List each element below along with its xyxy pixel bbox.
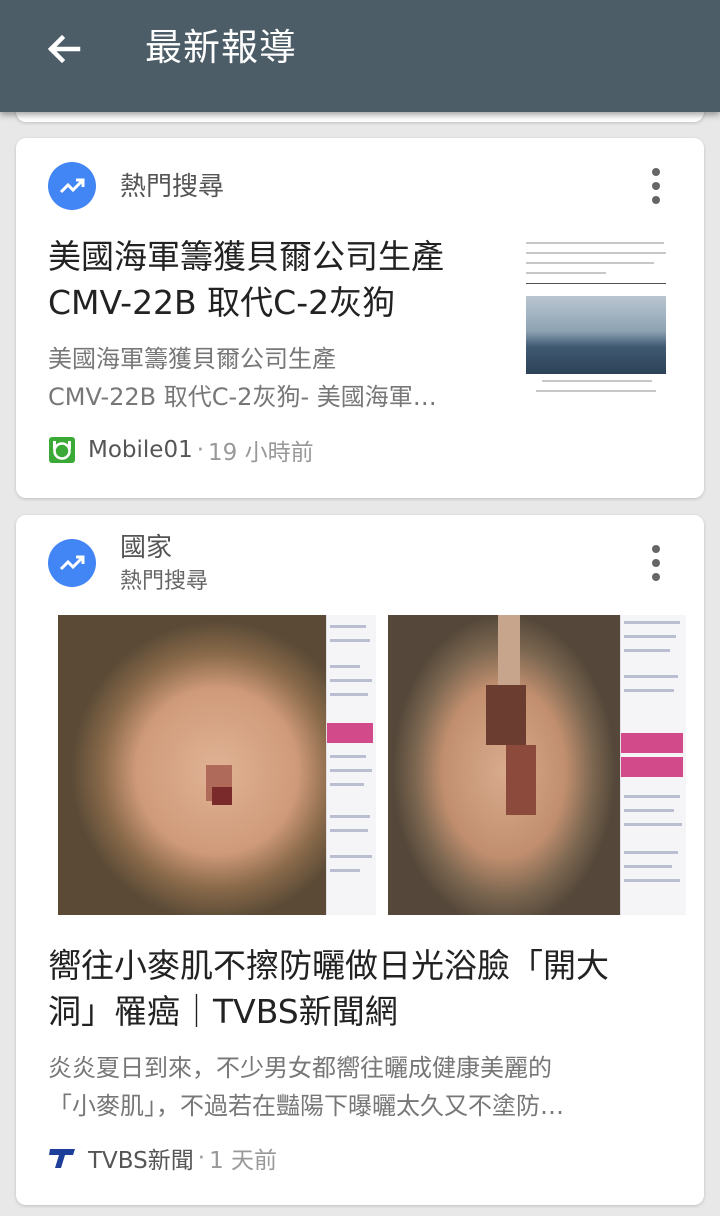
trending-icon bbox=[48, 162, 96, 210]
separator-dot: · bbox=[197, 1145, 206, 1171]
source-row: TVBS新聞 · 1 天前 bbox=[48, 1142, 277, 1174]
headline[interactable]: 嚮往小麥肌不擦防曬做日光浴臉「開大 洞」罹癌｜TVBS新聞網 bbox=[48, 943, 609, 1035]
photo-right bbox=[388, 615, 620, 915]
snippet-line: CMV-22B 取代C-2灰狗- 美國海軍… bbox=[48, 383, 437, 411]
headline-line: CMV-22B 取代C-2灰狗 bbox=[48, 283, 396, 322]
more-vert-icon bbox=[652, 168, 660, 176]
source-name: Mobile01 bbox=[88, 437, 193, 463]
article-thumbnail[interactable] bbox=[522, 238, 668, 394]
back-button[interactable] bbox=[30, 20, 98, 78]
snippet: 美國海軍籌獲貝爾公司生產 CMV-22B 取代C-2灰狗- 美國海軍… bbox=[48, 340, 437, 416]
snippet-line: 美國海軍籌獲貝爾公司生產 bbox=[48, 345, 336, 373]
trending-icon bbox=[48, 539, 96, 587]
aircraft-photo bbox=[526, 296, 666, 374]
source-row: Mobile01 · 19 小時前 bbox=[48, 434, 314, 466]
snippet-line: 炎炎夏日到來，不少男女都嚮往曬成健康美麗的 bbox=[48, 1054, 552, 1082]
news-card[interactable]: 國家 熱門搜尋 嚮往小麥肌不擦防曬做日光浴臉「開大 洞」罹癌｜TVBS新聞網 炎… bbox=[16, 515, 704, 1205]
page-title: 最新報導 bbox=[145, 26, 297, 69]
publish-time: 19 小時前 bbox=[208, 440, 314, 466]
separator-dot: · bbox=[196, 437, 205, 463]
snippet: 炎炎夏日到來，不少男女都嚮往曬成健康美麗的 「小麥肌」，不過若在豔陽下曝曬太久又… bbox=[48, 1049, 564, 1125]
mobile01-logo-icon bbox=[49, 437, 75, 463]
arrow-back-icon bbox=[47, 34, 81, 64]
more-options-button[interactable] bbox=[641, 160, 671, 212]
headline-line: 美國海軍籌獲貝爾公司生產 bbox=[48, 237, 444, 276]
headline-line: 嚮往小麥肌不擦防曬做日光浴臉「開大 bbox=[48, 946, 609, 985]
headline[interactable]: 美國海軍籌獲貝爾公司生產 CMV-22B 取代C-2灰狗 bbox=[48, 234, 444, 326]
topic-label[interactable]: 國家 bbox=[120, 531, 172, 565]
tvbs-logo-icon bbox=[49, 1149, 75, 1168]
article-image[interactable] bbox=[58, 615, 686, 915]
more-options-button[interactable] bbox=[641, 537, 671, 589]
newspaper-column bbox=[326, 615, 376, 915]
newspaper-column bbox=[620, 615, 686, 915]
app-bar: 最新報導 bbox=[0, 0, 720, 112]
source-name: TVBS新聞 bbox=[88, 1148, 194, 1174]
subtopic-label: 熱門搜尋 bbox=[120, 569, 209, 594]
topic-label[interactable]: 熱門搜尋 bbox=[120, 170, 224, 204]
news-card[interactable]: 熱門搜尋 美國海軍籌獲貝爾公司生產 CMV-22B 取代C-2灰狗 美國海軍籌獲… bbox=[16, 138, 704, 498]
snippet-line: 「小麥肌」，不過若在豔陽下曝曬太久又不塗防… bbox=[48, 1092, 564, 1120]
more-vert-icon bbox=[652, 545, 660, 553]
publish-time: 1 天前 bbox=[209, 1148, 278, 1174]
headline-line: 洞」罹癌｜TVBS新聞網 bbox=[48, 992, 398, 1031]
